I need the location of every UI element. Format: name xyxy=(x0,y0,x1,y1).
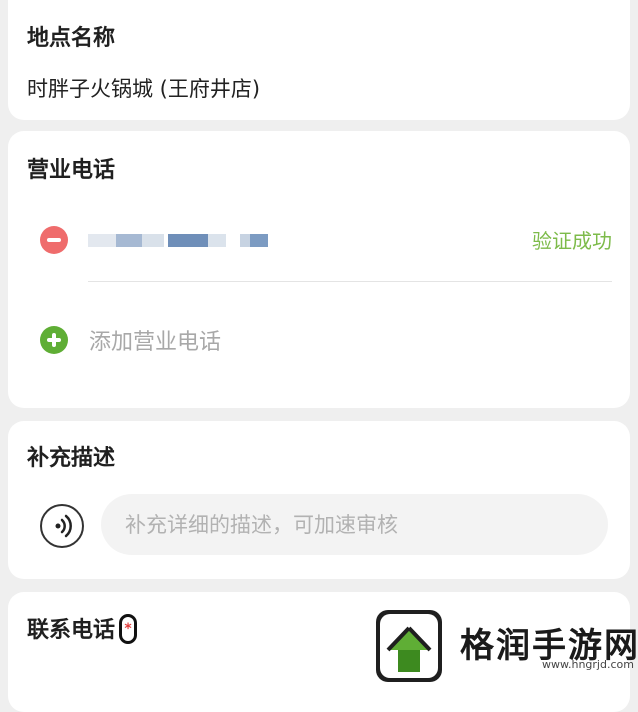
contact-phone-title: 联系电话 xyxy=(27,618,116,643)
remove-phone-icon[interactable] xyxy=(40,226,68,254)
required-mark: * xyxy=(119,614,138,644)
business-phone-title: 营业电话 xyxy=(27,158,116,183)
add-phone-icon[interactable] xyxy=(40,326,68,354)
verify-status: 验证成功 xyxy=(532,229,612,253)
voice-input-icon xyxy=(55,514,72,538)
add-phone-button[interactable]: 添加营业电话 xyxy=(89,324,221,356)
phone-number-blurred xyxy=(88,231,268,249)
location-title: 地点名称 xyxy=(27,26,116,51)
location-value[interactable]: 时胖子火锅城 (王府井店) xyxy=(27,73,260,103)
watermark-url: www.hngrjd.com xyxy=(542,658,634,671)
description-input[interactable] xyxy=(101,494,608,555)
divider xyxy=(88,281,612,282)
business-phone-card: 营业电话 验证成功 添加营业电话 xyxy=(8,131,630,408)
watermark-logo-icon xyxy=(376,610,442,682)
contact-phone-title-row: 联系电话 * xyxy=(27,612,138,646)
description-title: 补充描述 xyxy=(27,446,116,471)
location-card: 地点名称 时胖子火锅城 (王府井店) xyxy=(8,0,630,120)
voice-input-button[interactable] xyxy=(40,504,84,548)
watermark: 格润手游网 www.hngrjd.com xyxy=(370,606,638,682)
description-card: 补充描述 xyxy=(8,421,630,579)
